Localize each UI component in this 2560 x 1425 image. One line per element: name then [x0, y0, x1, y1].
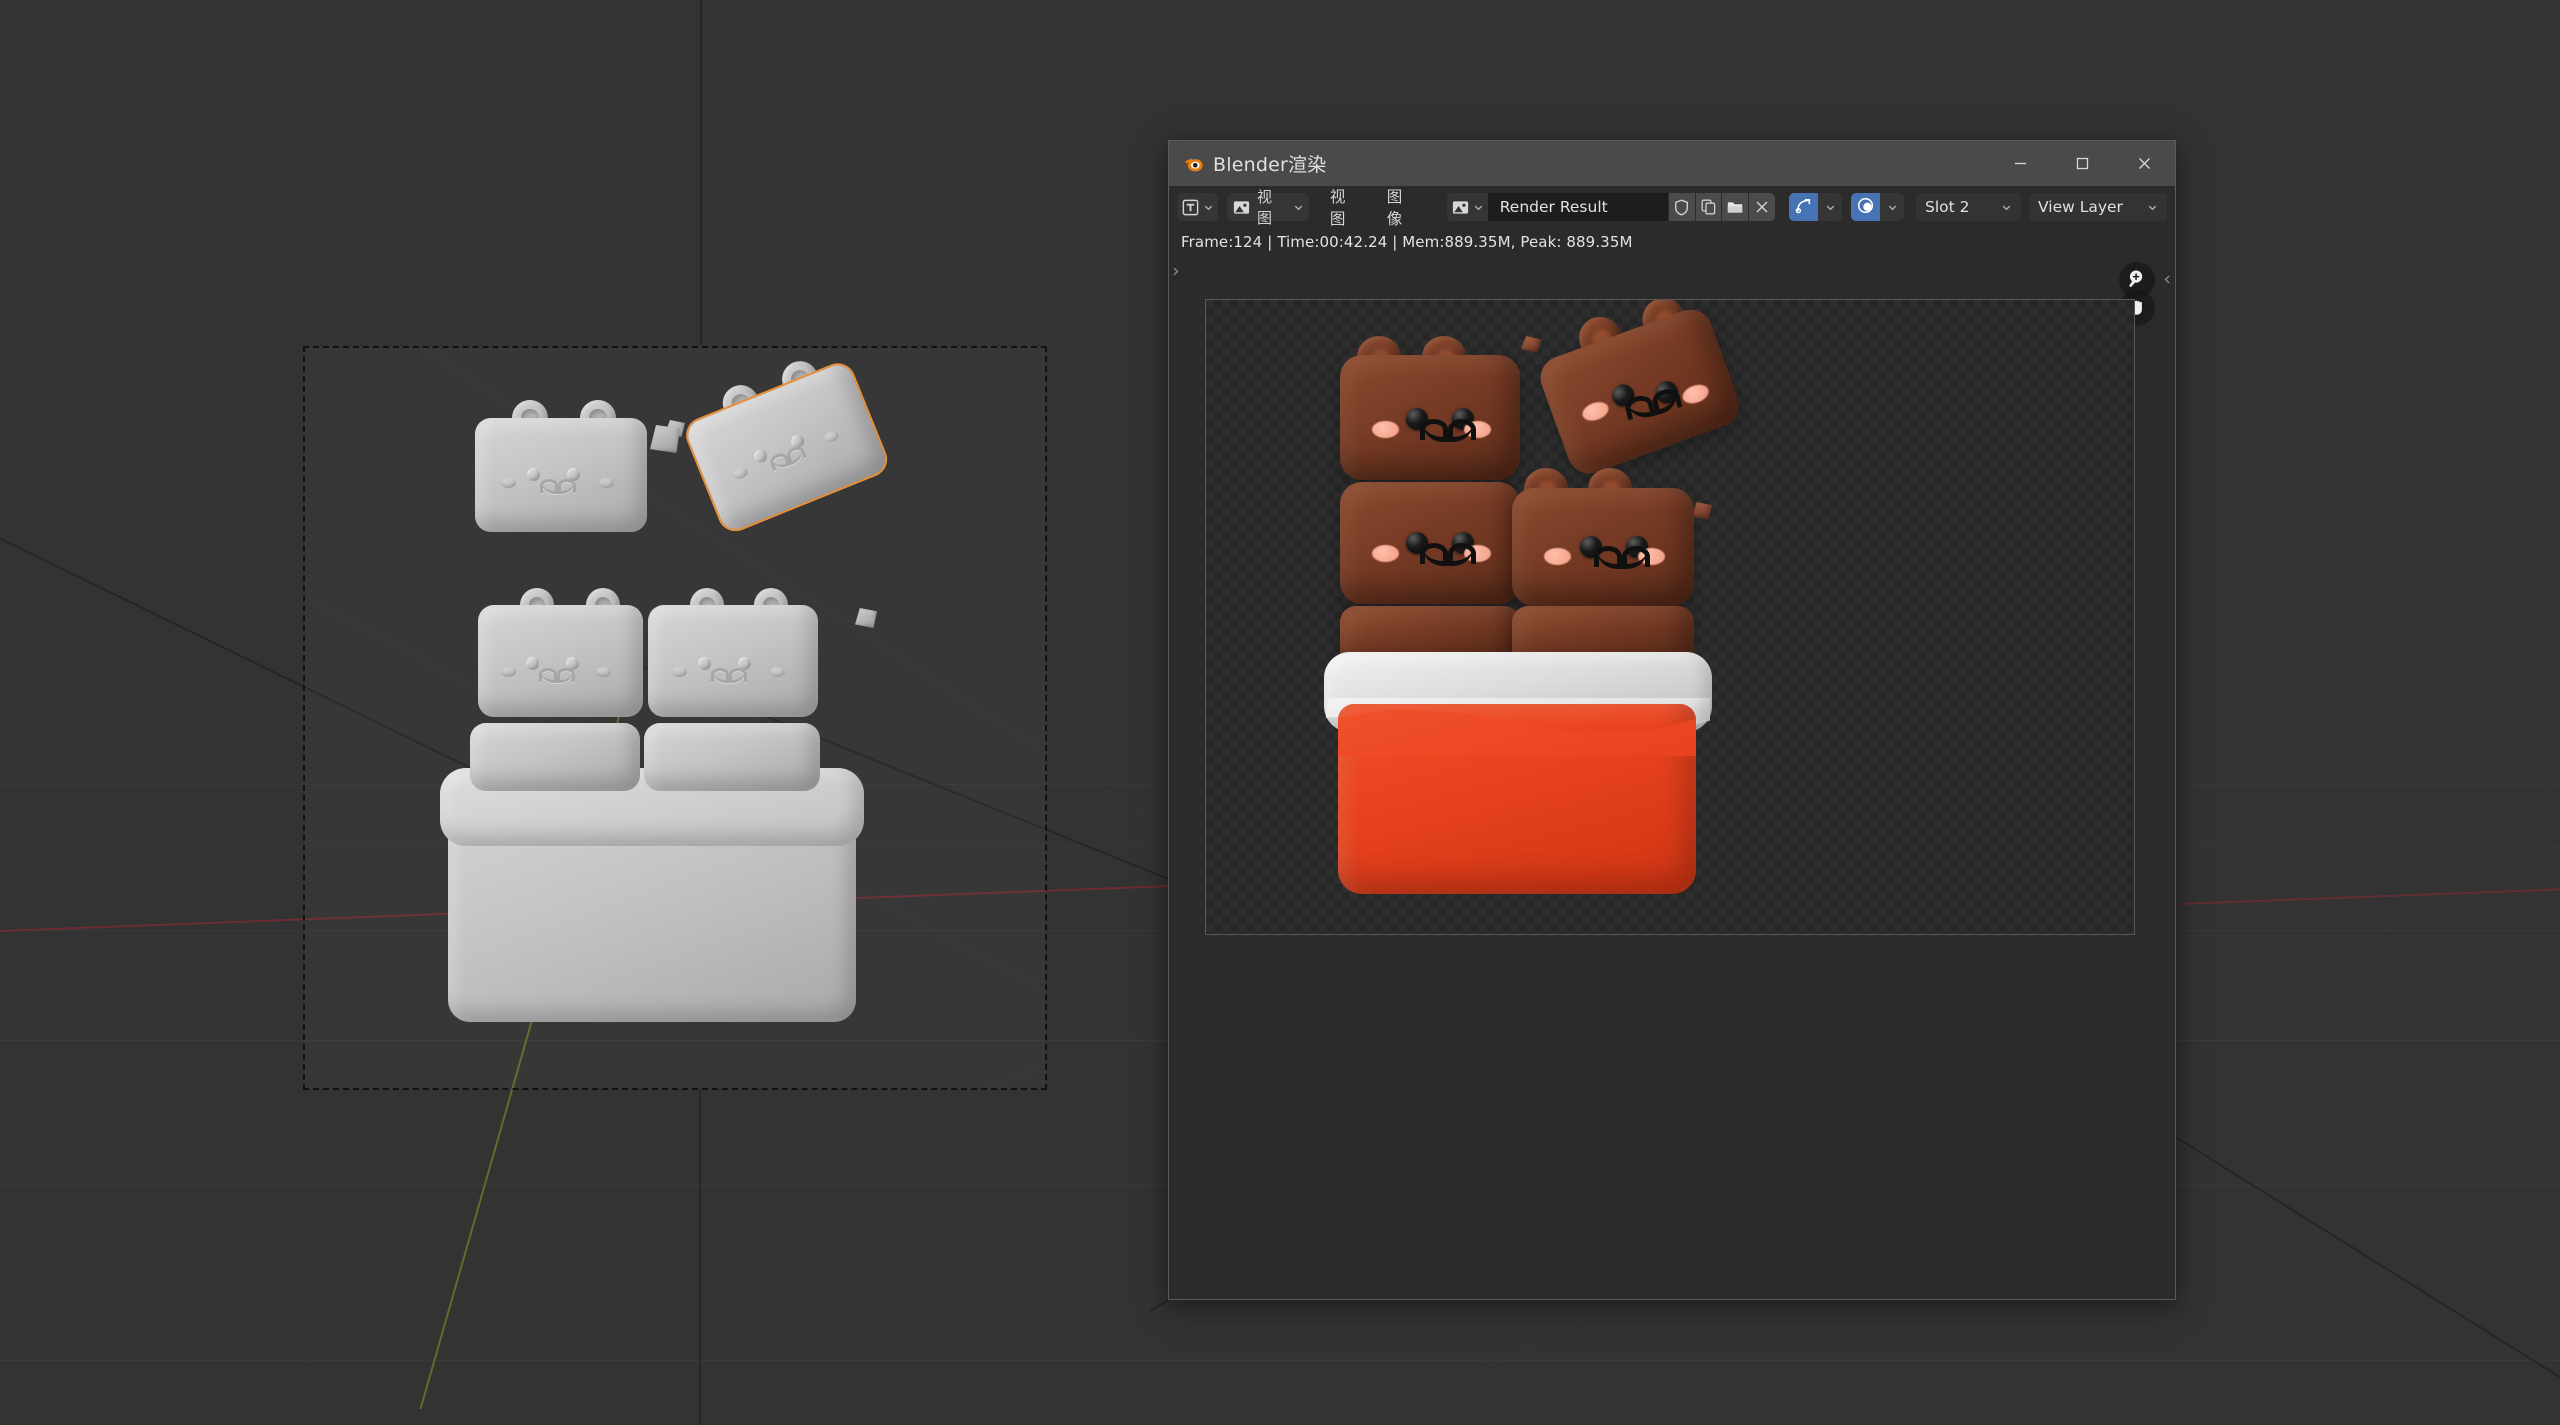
open-image-button[interactable] — [1721, 193, 1749, 221]
chevron-down-icon — [1293, 202, 1304, 213]
blender-logo-icon — [1183, 153, 1204, 174]
display-channels-toggle-group[interactable] — [1851, 193, 1905, 221]
clay-chunk-large — [650, 425, 680, 453]
maximize-button[interactable] — [2051, 141, 2113, 186]
render-status-text: Frame:124 | Time:00:42.24 | Mem:889.35M,… — [1169, 228, 2175, 256]
editor-mode-label: 视图 — [1256, 188, 1272, 227]
render-pass-icon — [1795, 197, 1812, 218]
unlink-image-button[interactable] — [1748, 193, 1776, 221]
image-canvas-area[interactable]: › ‹ — [1169, 256, 2175, 1299]
right-sidebar-collapse-arrow[interactable]: ‹ — [2163, 270, 2171, 289]
render-pass-dropdown[interactable] — [1818, 193, 1843, 221]
render-slot-label: Slot 2 — [1925, 198, 1970, 216]
image-browse-icon — [1451, 198, 1470, 217]
menu-image[interactable]: 图像 — [1374, 188, 1431, 228]
image-editor-header[interactable]: 视图 视图 图像 Render Result Slot 2 View Layer — [1169, 186, 2175, 228]
left-sidebar-expand-arrow[interactable]: › — [1172, 262, 1180, 281]
chevron-down-icon — [1473, 202, 1484, 213]
render-slot-dropdown[interactable]: Slot 2 — [1916, 193, 2022, 221]
screen: Blender渲染 视图 视图 图像 Render Result Slot 2 … — [0, 0, 2560, 1425]
clay-block-lower-left — [470, 723, 640, 791]
blender-render-window[interactable]: Blender渲染 视图 视图 图像 Render Result Slot 2 … — [1168, 140, 2176, 1300]
close-button[interactable] — [2113, 141, 2175, 186]
chocolate-chunk-small — [1521, 336, 1541, 353]
zoom-in-icon — [2127, 268, 2148, 293]
clay-chunk-right — [855, 608, 877, 628]
image-editor-icon — [1232, 198, 1251, 217]
editor-type-button[interactable] — [1177, 193, 1218, 221]
rendered-image[interactable] — [1205, 299, 2135, 935]
chocolate-chunk-right — [1692, 502, 1712, 520]
view-layer-label: View Layer — [2038, 198, 2123, 216]
menu-view[interactable]: 视图 — [1317, 188, 1374, 228]
minimize-button[interactable] — [1989, 141, 2051, 186]
view-layer-dropdown[interactable]: View Layer — [2029, 193, 2167, 221]
clay-block-lower-right — [644, 723, 820, 791]
image-browse-button[interactable] — [1446, 193, 1488, 221]
window-title: Blender渲染 — [1213, 154, 1327, 176]
editor-mode-button[interactable]: 视图 — [1226, 188, 1309, 227]
display-channels-button[interactable] — [1851, 193, 1881, 221]
render-pass-toggle-group[interactable] — [1789, 193, 1843, 221]
render-pass-button[interactable] — [1789, 193, 1819, 221]
fake-user-button[interactable] — [1667, 193, 1695, 221]
image-display-icon — [1857, 197, 1874, 218]
chevron-down-icon — [1203, 202, 1214, 213]
display-channels-dropdown[interactable] — [1880, 193, 1905, 221]
clay-bear-selected[interactable] — [670, 351, 921, 569]
window-titlebar[interactable]: Blender渲染 — [1169, 141, 2175, 186]
image-name-field[interactable]: Render Result — [1487, 193, 1668, 221]
editor-type-icon — [1181, 198, 1200, 217]
image-datablock-selector[interactable]: Render Result — [1446, 193, 1776, 221]
copy-datablock-button[interactable] — [1694, 193, 1722, 221]
